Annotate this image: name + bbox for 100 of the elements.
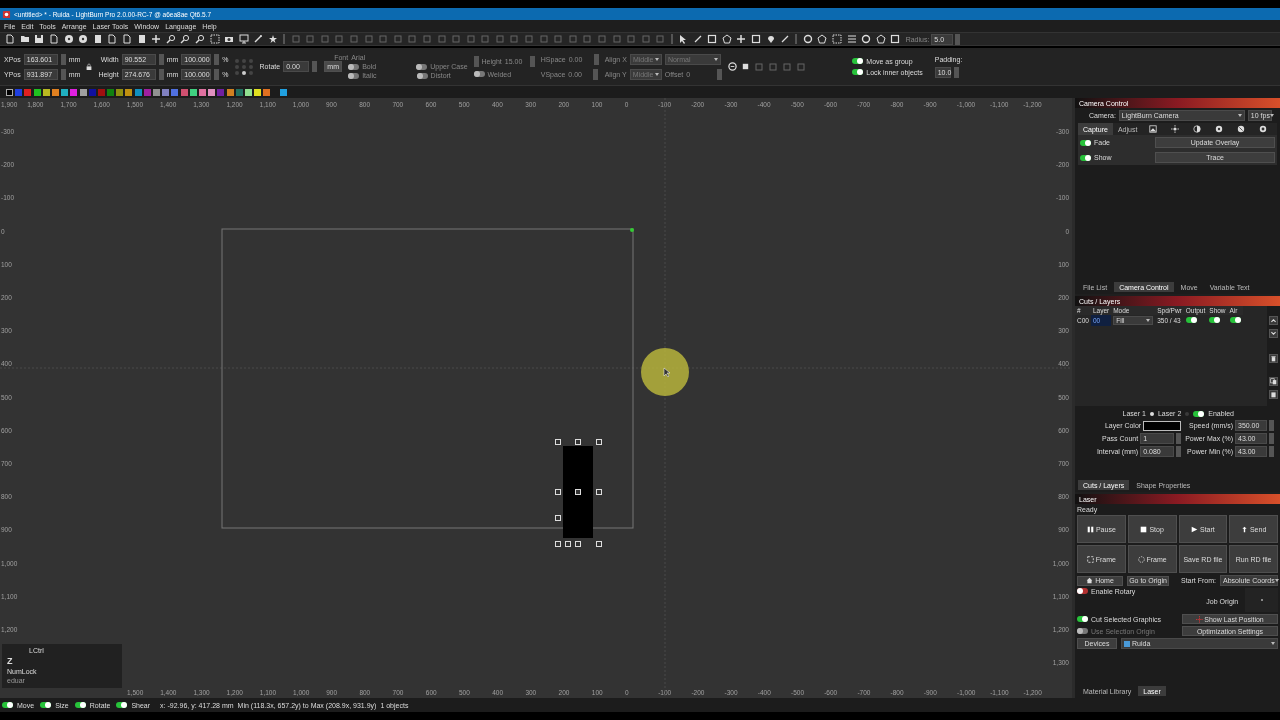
- lock-icon[interactable]: [86, 62, 93, 71]
- toggle-switch[interactable]: [1080, 139, 1091, 146]
- document-icon[interactable]: [5, 34, 16, 44]
- icon-button[interactable]: [1269, 316, 1278, 325]
- layer-color-swatch[interactable]: [24, 88, 32, 96]
- wand-icon[interactable]: [253, 34, 264, 44]
- aperture-icon[interactable]: [1215, 125, 1224, 133]
- disc-icon[interactable]: [63, 34, 74, 44]
- toggle-switch[interactable]: [852, 69, 864, 75]
- circle-icon[interactable]: [861, 34, 872, 44]
- radio-button[interactable]: [1185, 411, 1190, 416]
- toggle-switch[interactable]: [40, 702, 52, 708]
- layer-color-swatch[interactable]: [33, 88, 41, 96]
- rectangle-icon[interactable]: [707, 34, 718, 44]
- polygon-icon[interactable]: [817, 34, 828, 44]
- camera-icon[interactable]: [224, 34, 235, 44]
- toggle-switch[interactable]: [1077, 616, 1088, 622]
- layer-color-swatch[interactable]: [107, 88, 115, 96]
- document-icon[interactable]: [49, 34, 60, 44]
- folder-icon[interactable]: [19, 34, 30, 44]
- save-icon[interactable]: [34, 34, 45, 44]
- layer-color-swatch[interactable]: [162, 88, 170, 96]
- toggle-switch[interactable]: [74, 702, 86, 708]
- toggle-switch[interactable]: [1185, 317, 1197, 323]
- selection-handles[interactable]: [555, 439, 602, 547]
- icon-button[interactable]: [1269, 354, 1278, 363]
- image-icon[interactable]: [1149, 125, 1158, 133]
- icon-button[interactable]: [1269, 377, 1278, 386]
- icon-button[interactable]: [1269, 390, 1278, 399]
- layer-color-swatch[interactable]: [280, 88, 288, 96]
- color-swatch[interactable]: [1143, 420, 1182, 431]
- radio-button[interactable]: [1149, 411, 1154, 416]
- weld-icon[interactable]: [728, 62, 738, 71]
- crop-icon[interactable]: [741, 62, 751, 71]
- toggle-switch[interactable]: [1229, 317, 1241, 323]
- layer-color-swatch[interactable]: [198, 88, 206, 96]
- toggle-switch[interactable]: [116, 702, 128, 708]
- zoom-icon[interactable]: [180, 34, 191, 44]
- layer-color-swatch[interactable]: [116, 88, 124, 96]
- polygon-icon[interactable]: [875, 34, 886, 44]
- layer-color-swatch[interactable]: [79, 88, 87, 96]
- layer-color-swatch[interactable]: [263, 88, 271, 96]
- layer-color-swatch[interactable]: [15, 88, 23, 96]
- toggle-switch[interactable]: [1077, 588, 1088, 594]
- disc-icon[interactable]: [78, 34, 89, 44]
- toggle-switch[interactable]: [852, 58, 864, 64]
- icon-button[interactable]: [1269, 329, 1278, 338]
- layer-color-swatch[interactable]: [226, 88, 234, 96]
- pen-icon[interactable]: [692, 34, 703, 44]
- circle-icon[interactable]: [802, 34, 813, 44]
- toggle-switch[interactable]: [1209, 317, 1221, 323]
- anchor-point[interactable]: [241, 70, 246, 75]
- move-icon[interactable]: [151, 34, 162, 44]
- layer-color-swatch[interactable]: [235, 88, 243, 96]
- monitor-icon[interactable]: [238, 34, 249, 44]
- selection-icon[interactable]: [831, 34, 842, 44]
- star-icon[interactable]: [268, 34, 278, 44]
- cursor-icon[interactable]: [678, 34, 688, 44]
- layer-color-swatch[interactable]: [153, 88, 160, 96]
- layer-color-swatch[interactable]: [70, 88, 78, 96]
- layer-color-swatch[interactable]: [244, 88, 252, 96]
- toggle-switch[interactable]: [1193, 410, 1205, 417]
- pin-icon[interactable]: [765, 34, 776, 44]
- stop-icon: [1140, 525, 1148, 533]
- aperture-icon[interactable]: [1237, 125, 1246, 133]
- layer-color-swatch[interactable]: [6, 88, 13, 96]
- document-icon[interactable]: [122, 34, 133, 44]
- clipboard-icon[interactable]: [92, 34, 103, 44]
- layer-color-swatch[interactable]: [134, 88, 142, 96]
- rectangle-icon[interactable]: [890, 34, 901, 44]
- pen-icon[interactable]: [780, 34, 791, 44]
- document-icon[interactable]: [107, 34, 118, 44]
- layer-color-swatch[interactable]: [143, 88, 151, 96]
- layer-color-swatch[interactable]: [125, 88, 133, 96]
- layer-color-swatch[interactable]: [42, 88, 50, 96]
- toggle-switch[interactable]: [2, 702, 13, 708]
- settings-icon[interactable]: [1259, 125, 1268, 133]
- grid-icon[interactable]: [846, 34, 857, 44]
- layer-color-swatch[interactable]: [217, 88, 225, 96]
- selection-icon[interactable]: [209, 34, 220, 44]
- layer-color-swatch[interactable]: [171, 88, 179, 96]
- toggle-switch[interactable]: [1080, 154, 1091, 161]
- polygon-icon[interactable]: [721, 34, 732, 44]
- layer-color-swatch[interactable]: [61, 88, 69, 96]
- origin-dot: [630, 228, 634, 232]
- layer-color-swatch[interactable]: [88, 88, 96, 96]
- rectangle-icon[interactable]: [751, 34, 761, 44]
- layer-color-swatch[interactable]: [180, 88, 188, 96]
- zoom-icon[interactable]: [165, 34, 176, 44]
- clipboard-icon[interactable]: [136, 34, 147, 44]
- contrast-icon[interactable]: [1193, 125, 1202, 133]
- layer-color-swatch[interactable]: [97, 88, 105, 96]
- zoom-icon[interactable]: [195, 34, 205, 44]
- layer-color-swatch[interactable]: [51, 88, 59, 96]
- layer-color-swatch[interactable]: [189, 88, 197, 96]
- layer-color-swatch[interactable]: [254, 88, 262, 96]
- layer-color-swatch[interactable]: [208, 88, 216, 96]
- pause-icon: [1086, 525, 1094, 533]
- move-icon[interactable]: [736, 34, 747, 44]
- brightness-icon[interactable]: [1171, 125, 1180, 133]
